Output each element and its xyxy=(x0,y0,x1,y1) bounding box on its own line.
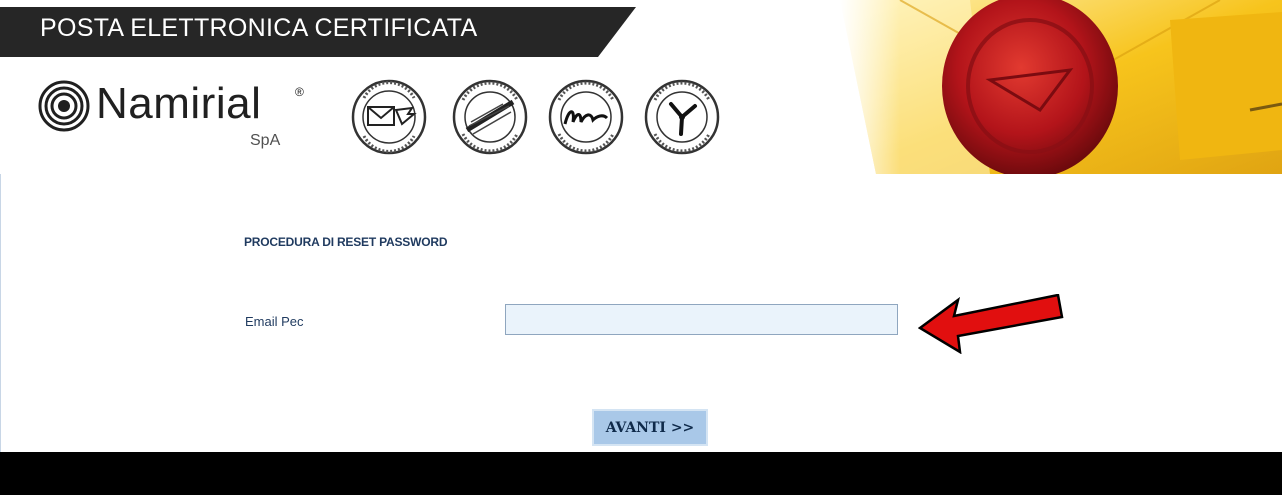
email-pec-input[interactable] xyxy=(505,304,898,335)
wax-sealed-envelope-icon xyxy=(840,0,1282,174)
email-pec-label: Email Pec xyxy=(245,314,304,329)
header-banner: POSTA ELETTRONICA CERTIFICATA Namirial ®… xyxy=(0,0,1282,174)
avanti-button[interactable]: AVANTI >> xyxy=(592,409,708,446)
red-arrow-pointer-icon xyxy=(918,294,1064,354)
namirial-logo-icon xyxy=(38,80,90,132)
page-title: POSTA ELETTRONICA CERTIFICATA xyxy=(40,14,478,42)
namirial-logo: Namirial ® SpA xyxy=(38,75,328,155)
logo-registered-mark: ® xyxy=(295,85,304,99)
firma-certa-grafometrica-seal-icon xyxy=(548,79,624,155)
logo-suffix: SpA xyxy=(250,132,281,149)
firma-certa-time-stamping-seal-icon xyxy=(644,79,720,155)
firma-certa-ca-seal-icon xyxy=(452,79,528,155)
page: POSTA ELETTRONICA CERTIFICATA Namirial ®… xyxy=(0,0,1282,495)
footer-bar xyxy=(0,452,1282,495)
title-bar: POSTA ELETTRONICA CERTIFICATA xyxy=(0,7,636,57)
left-border xyxy=(0,174,1,452)
secure-mail-seal-icon xyxy=(351,79,427,155)
form-heading: PROCEDURA DI RESET PASSWORD xyxy=(244,235,448,249)
logo-wordmark: Namirial xyxy=(96,79,262,128)
reset-password-form: PROCEDURA DI RESET PASSWORD Email Pec AV… xyxy=(0,174,1282,452)
